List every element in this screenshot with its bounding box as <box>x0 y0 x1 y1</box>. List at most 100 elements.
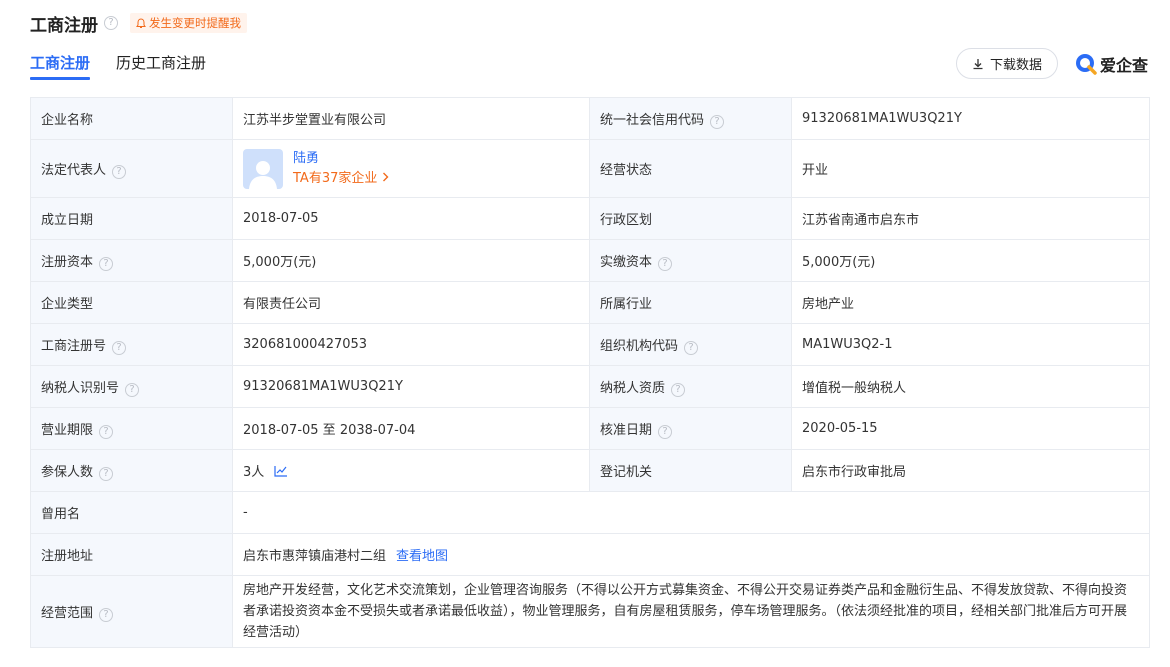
paid-capital-value: 5,000万(元) <box>791 239 1150 282</box>
approval-date-label-cell: 核准日期? <box>589 407 792 450</box>
business-info-table: 企业名称 江苏半步堂置业有限公司 统一社会信用代码? 91320681MA1WU… <box>30 97 1150 648</box>
paid-capital-label: 实缴资本 <box>600 254 653 270</box>
reg-no-value: 320681000427053 <box>232 323 590 366</box>
legal-rep-name[interactable]: 陆勇 <box>293 149 389 169</box>
status-value: 开业 <box>791 139 1150 198</box>
authority-label: 登记机关 <box>589 449 792 492</box>
help-icon[interactable]: ? <box>112 164 127 179</box>
table-row: 注册地址 启东市惠萍镇庙港村二组 查看地图 <box>30 533 1150 576</box>
help-icon[interactable]: ? <box>658 424 673 439</box>
org-code-label: 组织机构代码 <box>600 338 679 354</box>
reg-capital-label-cell: 注册资本? <box>30 239 233 282</box>
term-label-cell: 营业期限? <box>30 407 233 450</box>
tab-bar: 工商注册 历史工商注册 <box>30 50 232 80</box>
help-icon[interactable]: ? <box>671 382 686 397</box>
insured-value-cell: 3人 <box>232 449 590 492</box>
avatar[interactable] <box>243 148 283 189</box>
download-icon <box>973 58 983 69</box>
legal-rep-label: 法定代表人 <box>41 162 107 178</box>
help-icon[interactable]: ? <box>658 256 673 271</box>
address-value-cell: 启东市惠萍镇庙港村二组 查看地图 <box>232 533 1150 576</box>
company-name-value: 江苏半步堂置业有限公司 <box>232 97 590 140</box>
former-name-value: - <box>232 491 1150 534</box>
taxpayer-id-label-cell: 纳税人识别号? <box>30 365 233 408</box>
status-label: 经营状态 <box>589 139 792 198</box>
table-row: 曾用名 - <box>30 491 1150 534</box>
address-label: 注册地址 <box>30 533 233 576</box>
help-icon[interactable]: ? <box>125 382 140 397</box>
help-icon[interactable]: ? <box>99 607 114 622</box>
former-name-label: 曾用名 <box>30 491 233 534</box>
region-label: 行政区划 <box>589 197 792 240</box>
download-label: 下载数据 <box>989 58 1042 73</box>
section-header: 工商注册 ? 发生变更时提醒我 <box>30 10 247 36</box>
download-data-button[interactable]: 下载数据 <box>956 48 1058 79</box>
approval-date-value: 2020-05-15 <box>791 407 1150 450</box>
founded-value: 2018-07-05 <box>232 197 590 240</box>
taxpayer-qual-value: 增值税一般纳税人 <box>791 365 1150 408</box>
help-icon[interactable]: ? <box>684 340 699 355</box>
table-row: 参保人数? 3人 登记机关 启东市行政审批局 <box>30 449 1150 492</box>
help-icon[interactable]: ? <box>710 114 725 129</box>
company-type-value: 有限责任公司 <box>232 281 590 324</box>
org-code-value: MA1WU3Q2-1 <box>791 323 1150 366</box>
term-label: 营业期限 <box>41 422 94 438</box>
region-value: 江苏省南通市启东市 <box>791 197 1150 240</box>
person-silhouette-icon <box>249 160 277 189</box>
term-value: 2018-07-05 至 2038-07-04 <box>232 407 590 450</box>
scope-label-cell: 经营范围? <box>30 575 233 648</box>
founded-label: 成立日期 <box>30 197 233 240</box>
view-map-link[interactable]: 查看地图 <box>396 549 448 564</box>
insured-label: 参保人数 <box>41 464 94 480</box>
notify-change-button[interactable]: 发生变更时提醒我 <box>130 13 247 33</box>
table-row: 营业期限? 2018-07-05 至 2038-07-04 核准日期? 2020… <box>30 407 1150 450</box>
scope-label: 经营范围 <box>41 605 94 621</box>
insured-value: 3人 <box>243 465 265 480</box>
credit-code-label-cell: 统一社会信用代码? <box>589 97 792 140</box>
legal-rep-person: 陆勇 TA有37家企业 <box>243 148 579 189</box>
table-row: 工商注册号? 320681000427053 组织机构代码? MA1WU3Q2-… <box>30 323 1150 366</box>
company-name-label: 企业名称 <box>30 97 233 140</box>
table-row: 企业类型 有限责任公司 所属行业 房地产业 <box>30 281 1150 324</box>
brand-text: 爱企查 <box>1100 56 1149 75</box>
help-icon[interactable]: ? <box>99 466 114 481</box>
address-value: 启东市惠萍镇庙港村二组 <box>243 549 387 564</box>
legal-rep-value-cell: 陆勇 TA有37家企业 <box>232 139 590 198</box>
taxpayer-id-label: 纳税人识别号 <box>41 380 120 396</box>
table-row: 法定代表人? 陆勇 TA有37家企业 经营状态 开业 <box>30 139 1150 198</box>
reg-no-label: 工商注册号 <box>41 338 107 354</box>
table-row: 经营范围? 房地产开发经营，文化艺术交流策划，企业管理咨询服务（不得以公开方式募… <box>30 575 1150 648</box>
table-row: 企业名称 江苏半步堂置业有限公司 统一社会信用代码? 91320681MA1WU… <box>30 97 1150 140</box>
reg-capital-value: 5,000万(元) <box>232 239 590 282</box>
reg-no-label-cell: 工商注册号? <box>30 323 233 366</box>
help-icon[interactable]: ? <box>99 424 114 439</box>
insured-label-cell: 参保人数? <box>30 449 233 492</box>
help-icon[interactable]: ? <box>99 256 114 271</box>
tab-business-registration[interactable]: 工商注册 <box>30 50 91 80</box>
org-code-label-cell: 组织机构代码? <box>589 323 792 366</box>
paid-capital-label-cell: 实缴资本? <box>589 239 792 282</box>
trend-chart-icon[interactable] <box>274 465 288 477</box>
help-icon[interactable]: ? <box>104 16 118 30</box>
scope-value-cell: 房地产开发经营，文化艺术交流策划，企业管理咨询服务（不得以公开方式募集资金、不得… <box>232 575 1150 648</box>
help-icon[interactable]: ? <box>112 340 127 355</box>
reg-capital-label: 注册资本 <box>41 254 94 270</box>
table-row: 成立日期 2018-07-05 行政区划 江苏省南通市启东市 <box>30 197 1150 240</box>
company-type-label: 企业类型 <box>30 281 233 324</box>
page-title: 工商注册 <box>30 15 98 36</box>
person-info: 陆勇 TA有37家企业 <box>293 149 389 189</box>
tab-history-registration[interactable]: 历史工商注册 <box>116 50 206 80</box>
credit-code-value: 91320681MA1WU3Q21Y <box>791 97 1150 140</box>
aiqicha-logo-icon <box>1076 54 1097 75</box>
authority-value: 启东市行政审批局 <box>791 449 1150 492</box>
table-row: 注册资本? 5,000万(元) 实缴资本? 5,000万(元) <box>30 239 1150 282</box>
chevron-right-icon <box>382 172 389 181</box>
legal-rep-companies-link[interactable]: TA有37家企业 <box>293 169 389 189</box>
industry-label: 所属行业 <box>589 281 792 324</box>
taxpayer-qual-label: 纳税人资质 <box>600 380 666 396</box>
scope-value: 房地产开发经营，文化艺术交流策划，企业管理咨询服务（不得以公开方式募集资金、不得… <box>243 583 1128 640</box>
brand-logo: 爱企查 <box>1074 50 1148 78</box>
legal-rep-companies-label: TA有37家企业 <box>293 170 378 186</box>
credit-code-label: 统一社会信用代码 <box>600 112 705 128</box>
table-row: 纳税人识别号? 91320681MA1WU3Q21Y 纳税人资质? 增值税一般纳… <box>30 365 1150 408</box>
